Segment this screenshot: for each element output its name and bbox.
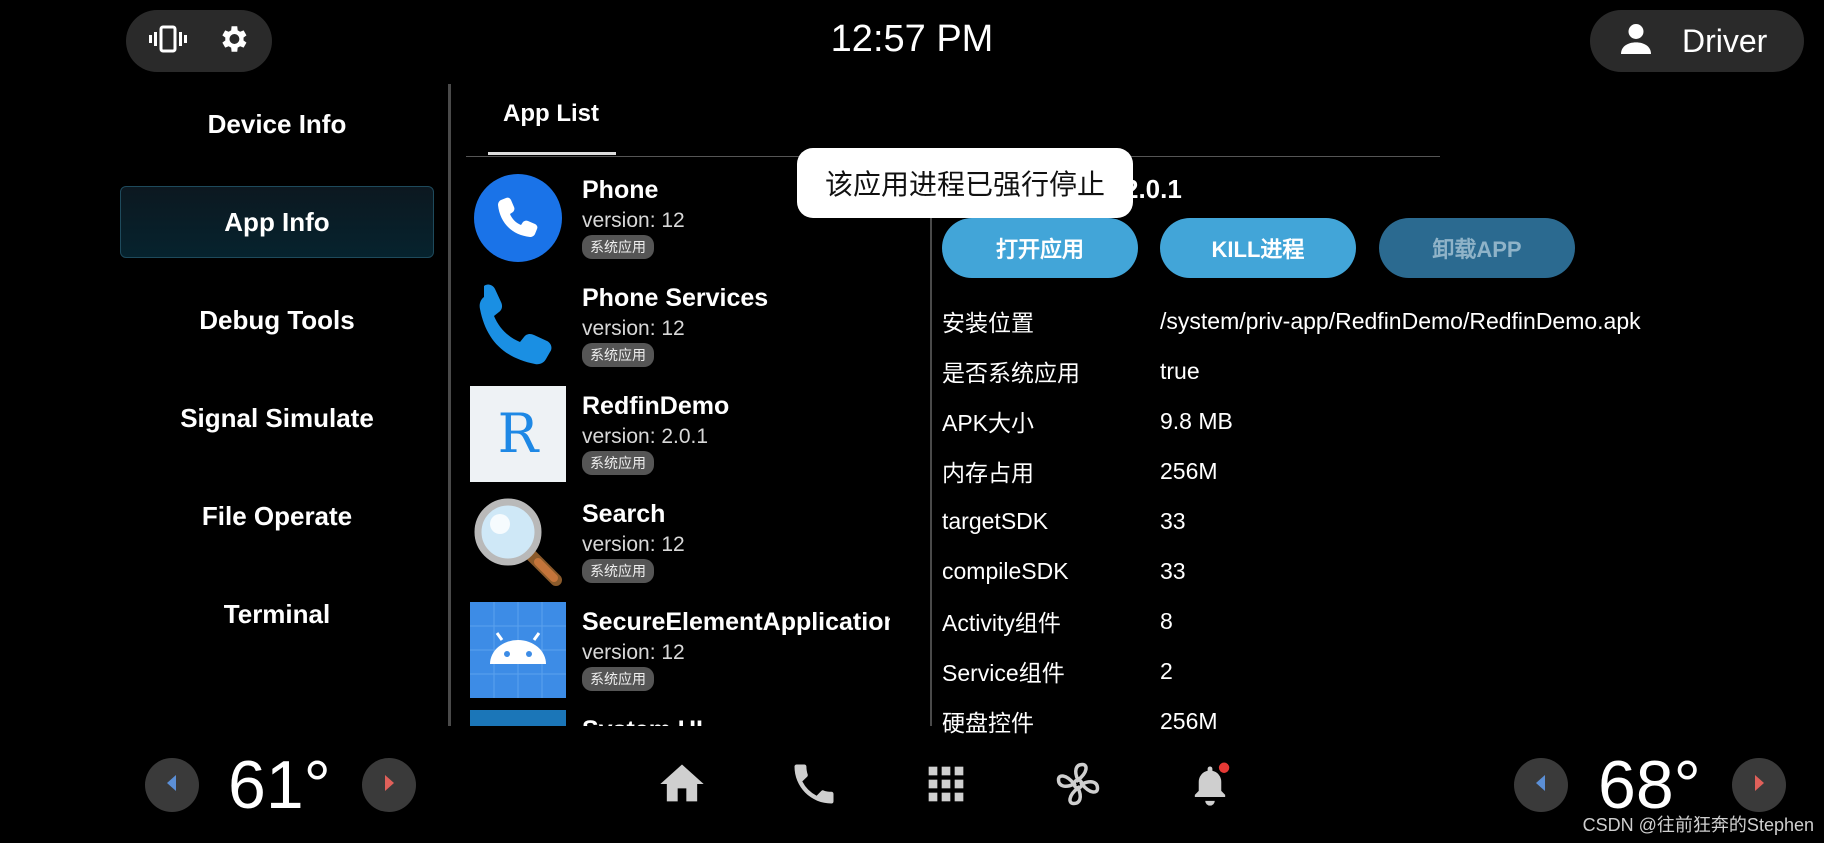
nav-item-device-info[interactable]: Device Info xyxy=(120,88,434,160)
detail-value: /system/priv-app/RedfinDemo/RedfinDemo.a… xyxy=(1160,307,1641,334)
detail-value: 33 xyxy=(1160,557,1186,584)
home-icon[interactable] xyxy=(656,758,708,810)
detail-row: targetSDK 33 xyxy=(942,496,1762,546)
user-name: Driver xyxy=(1682,22,1768,59)
app-version: version: 12 xyxy=(582,209,685,232)
user-profile-button[interactable]: Driver xyxy=(1590,10,1804,72)
detail-row: compileSDK 33 xyxy=(942,546,1762,596)
detail-row: APK大小 9.8 MB xyxy=(942,396,1762,446)
nav-item-file-operate[interactable]: File Operate xyxy=(120,480,434,552)
list-item[interactable]: Phone Services version: 12 系统应用 xyxy=(470,278,890,386)
tab-app-list[interactable]: App List xyxy=(488,100,614,156)
detail-key: targetSDK xyxy=(942,507,1049,534)
clock: 12:57 PM xyxy=(830,18,994,60)
list-item[interactable]: R RedfinDemo version: 2.0.1 系统应用 xyxy=(470,386,890,494)
app-version: version: 12 xyxy=(582,317,685,340)
detail-row: 硬盘控件 256M xyxy=(942,696,1762,746)
list-item[interactable]: Search version: 12 系统应用 xyxy=(470,494,890,602)
app-name: RedfinDemo xyxy=(582,392,730,420)
detail-key: 是否系统应用 xyxy=(942,360,1080,386)
detail-value: 33 xyxy=(1160,507,1186,534)
svg-text:R: R xyxy=(498,402,540,465)
nav-item-signal-simulate[interactable]: Signal Simulate xyxy=(120,382,434,454)
bell-icon[interactable] xyxy=(1184,758,1236,810)
chevron-left-icon xyxy=(164,773,180,798)
left-temp-decrease-button[interactable] xyxy=(145,758,199,812)
fan-icon[interactable] xyxy=(1052,758,1104,810)
kill-process-button[interactable]: KILL进程 xyxy=(1160,218,1356,278)
chevron-left-icon xyxy=(1533,773,1549,798)
app-version: version: 2.0.1 xyxy=(582,425,709,448)
left-temp-increase-button[interactable] xyxy=(362,758,416,812)
detail-key: compileSDK xyxy=(942,557,1069,584)
toast-message: 该应用进程已强行停止 xyxy=(797,148,1133,218)
phone-icon[interactable] xyxy=(788,758,840,810)
right-temp-decrease-button[interactable] xyxy=(1514,758,1568,812)
list-detail-divider xyxy=(930,184,932,726)
detail-row: 安装位置 /system/priv-app/RedfinDemo/RedfinD… xyxy=(942,296,1762,346)
tab-active-indicator xyxy=(488,152,616,155)
left-temperature: 61° xyxy=(228,747,331,823)
detail-row: 是否系统应用 true xyxy=(942,346,1762,396)
detail-row: Service组件 2 xyxy=(942,646,1762,696)
apps-grid-icon[interactable] xyxy=(920,758,972,810)
phone-icon xyxy=(470,170,566,266)
app-name: System UI xyxy=(582,716,703,726)
watermark-text: CSDN @往前狂奔的Stephen xyxy=(1582,815,1814,835)
open-app-button[interactable]: 打开应用 xyxy=(942,218,1138,278)
app-list[interactable]: Phone version: 12 系统应用 Phone Services ve… xyxy=(470,170,890,726)
detail-key: APK大小 xyxy=(942,410,1035,436)
chevron-right-icon xyxy=(381,773,397,798)
redfin-r-icon: R xyxy=(470,386,566,482)
detail-value: 8 xyxy=(1160,607,1173,634)
magnifier-icon xyxy=(470,494,566,590)
right-temp-increase-button[interactable] xyxy=(1732,758,1786,812)
detail-key: Activity组件 xyxy=(942,610,1061,636)
app-name: Phone Services xyxy=(582,284,769,312)
system-app-badge: 系统应用 xyxy=(582,667,654,691)
system-app-badge: 系统应用 xyxy=(582,559,654,583)
uninstall-app-button[interactable]: 卸载APP xyxy=(1379,218,1575,278)
nav-item-debug-tools[interactable]: Debug Tools xyxy=(120,284,434,356)
detail-row: Activity组件 8 xyxy=(942,596,1762,646)
app-detail-table: 安装位置 /system/priv-app/RedfinDemo/RedfinD… xyxy=(942,296,1762,746)
detail-value: 9.8 MB xyxy=(1160,407,1233,434)
detail-row: 内存占用 256M xyxy=(942,446,1762,496)
nav-item-terminal[interactable]: Terminal xyxy=(120,578,434,650)
app-name: SecureElementApplication xyxy=(582,608,890,636)
detail-key: 内存占用 xyxy=(942,460,1034,486)
detail-key: 硬盘控件 xyxy=(942,710,1034,736)
app-version: version: 12 xyxy=(582,533,685,556)
system-app-badge: 系统应用 xyxy=(582,343,654,367)
detail-key: Service组件 xyxy=(942,660,1065,686)
detail-value: 2 xyxy=(1160,657,1173,684)
nav-divider xyxy=(448,84,451,726)
detail-value: true xyxy=(1160,357,1200,384)
nav-item-app-info[interactable]: App Info xyxy=(120,186,434,258)
app-name: Phone xyxy=(582,176,659,204)
list-item[interactable]: SecureElementApplication version: 12 系统应… xyxy=(470,602,890,710)
app-version: version: 12 xyxy=(582,641,685,664)
systemui-icon xyxy=(470,710,566,726)
detail-value: 256M xyxy=(1160,707,1218,734)
chevron-right-icon xyxy=(1751,773,1767,798)
phone-services-icon xyxy=(470,278,566,374)
app-name: Search xyxy=(582,500,666,528)
system-app-badge: 系统应用 xyxy=(582,235,654,259)
android-icon xyxy=(470,602,566,698)
detail-key: 安装位置 xyxy=(942,310,1034,336)
detail-value: 256M xyxy=(1160,457,1218,484)
system-app-badge: 系统应用 xyxy=(582,451,654,475)
list-item[interactable]: System UI xyxy=(470,710,890,726)
person-icon xyxy=(1616,19,1656,64)
side-nav: Device Info App Info Debug Tools Signal … xyxy=(120,88,434,676)
